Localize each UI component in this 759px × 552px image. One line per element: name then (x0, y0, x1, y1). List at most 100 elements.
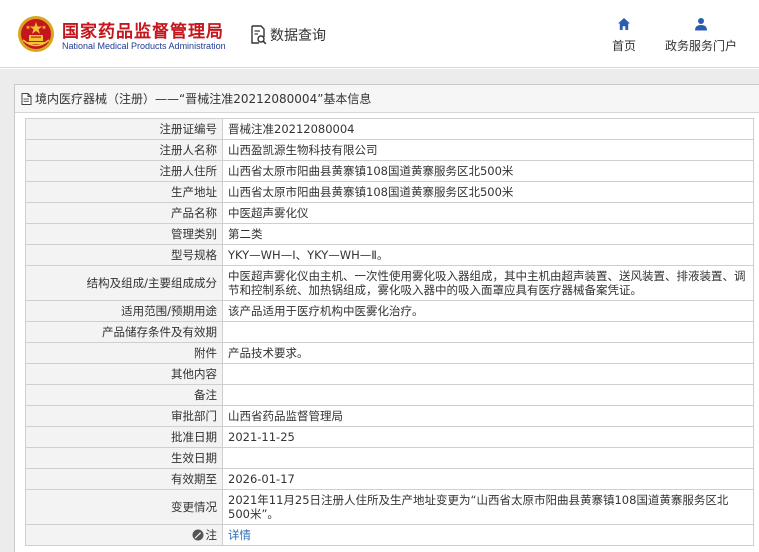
table-row: 产品储存条件及有效期 (25, 321, 754, 343)
field-label-text: 批准日期 (171, 430, 217, 444)
nav-gov-service-portal[interactable]: 政务服务门户 (658, 17, 744, 54)
field-value-text: 第二类 (228, 227, 263, 241)
field-value: YKY—WH—Ⅰ、YKY—WH—Ⅱ。 (222, 244, 754, 266)
table-row: 批准日期 2021-11-25 (25, 426, 754, 448)
field-value-text: 2021年11月25日注册人住所及生产地址变更为“山西省太原市阳曲县黄寨镇108… (228, 493, 729, 521)
data-query-link[interactable]: 数据查询 (249, 24, 326, 46)
field-value-text: 山西盈凯源生物科技有限公司 (228, 143, 378, 157)
field-label-text: 有效期至 (171, 472, 217, 486)
field-value-text: 晋械注准20212080004 (228, 122, 355, 136)
national-emblem-icon (18, 16, 54, 52)
field-label: 其他内容 (25, 363, 223, 385)
field-value: 山西省太原市阳曲县黄寨镇108国道黄寨服务区北500米 (222, 181, 754, 203)
field-label: 批准日期 (25, 426, 223, 448)
nav-gov-service-label: 政务服务门户 (664, 39, 737, 53)
table-row: 审批部门 山西省药品监督管理局 (25, 405, 754, 427)
document-icon (21, 92, 32, 105)
field-value-text: 产品技术要求。 (228, 346, 309, 360)
table-row: 管理类别 第二类 (25, 223, 754, 245)
field-value: 中医超声雾化仪 (222, 202, 754, 224)
field-value: 第二类 (222, 223, 754, 245)
field-label-text: 型号规格 (171, 248, 217, 262)
field-label-text: 结构及组成/主要组成成分 (86, 276, 217, 290)
field-label: 结构及组成/主要组成成分 (25, 265, 223, 301)
field-label-text: 审批部门 (171, 409, 217, 423)
field-value-text: 该产品适用于医疗机构中医雾化治疗。 (228, 304, 424, 318)
table-row: 型号规格 YKY—WH—Ⅰ、YKY—WH—Ⅱ。 (25, 244, 754, 266)
field-value-text: YKY—WH—Ⅰ、YKY—WH—Ⅱ。 (228, 248, 389, 262)
field-value-text: 山西省药品监督管理局 (228, 409, 343, 423)
field-value: 该产品适用于医疗机构中医雾化治疗。 (222, 300, 754, 322)
field-label: 管理类别 (25, 223, 223, 245)
field-label: 产品名称 (25, 202, 223, 224)
table-row: 注详情 (25, 524, 754, 546)
field-value-text: 2021-11-25 (228, 430, 295, 444)
field-label: 生效日期 (25, 447, 223, 469)
table-row: 有效期至 2026-01-17 (25, 468, 754, 490)
field-value: 2021年11月25日注册人住所及生产地址变更为“山西省太原市阳曲县黄寨镇108… (222, 489, 754, 525)
table-row: 生产地址 山西省太原市阳曲县黄寨镇108国道黄寨服务区北500米 (25, 181, 754, 203)
home-icon (618, 18, 630, 30)
field-value: 中医超声雾化仪由主机、一次性使用雾化吸入器组成，其中主机由超声装置、送风装置、排… (222, 265, 754, 301)
field-label-text: 注 (205, 528, 218, 542)
field-label-text: 变更情况 (171, 500, 217, 514)
field-value: 2021-11-25 (222, 426, 754, 448)
table-row: 附件 产品技术要求。 (25, 342, 754, 364)
field-label: 生产地址 (25, 181, 223, 203)
nav-home-label: 首页 (611, 39, 636, 53)
field-label: 有效期至 (25, 468, 223, 490)
nav-home[interactable]: 首页 (604, 17, 644, 54)
data-query-label: 数据查询 (270, 28, 326, 44)
table-row: 结构及组成/主要组成成分 中医超声雾化仪由主机、一次性使用雾化吸入器组成，其中主机… (25, 265, 754, 301)
panel-title: 境内医疗器械（注册）——“晋械注准20212080004”基本信息 (35, 92, 372, 106)
table-row: 注册人名称 山西盈凯源生物科技有限公司 (25, 139, 754, 161)
field-value-text: 中医超声雾化仪由主机、一次性使用雾化吸入器组成，其中主机由超声装置、送风装置、排… (228, 269, 746, 297)
field-value: 2026-01-17 (222, 468, 754, 490)
table-row: 注册人住所 山西省太原市阳曲县黄寨镇108国道黄寨服务区北500米 (25, 160, 754, 182)
field-label: 附件 (25, 342, 223, 364)
field-value: 山西省药品监督管理局 (222, 405, 754, 427)
site-subtitle: National Medical Products Administration (62, 41, 226, 51)
field-value (222, 321, 754, 343)
document-search-icon (251, 25, 267, 45)
site-header: 国家药品监督管理局 National Medical Products Admi… (0, 0, 759, 68)
field-label: 型号规格 (25, 244, 223, 266)
field-value-text: 山西省太原市阳曲县黄寨镇108国道黄寨服务区北500米 (228, 185, 514, 199)
field-label-text: 适用范围/预期用途 (121, 304, 217, 318)
field-value: 山西省太原市阳曲县黄寨镇108国道黄寨服务区北500米 (222, 160, 754, 182)
field-label-text: 生效日期 (171, 451, 217, 465)
details-link[interactable]: 详情 (228, 528, 251, 542)
info-table: 注册证编号 晋械注准20212080004 注册人名称 山西盈凯源生物科技有限公司 注册… (25, 118, 754, 546)
field-value-text: 中医超声雾化仪 (228, 206, 309, 220)
table-row: 变更情况 2021年11月25日注册人住所及生产地址变更为“山西省太原市阳曲县黄寨… (25, 489, 754, 525)
field-value: 产品技术要求。 (222, 342, 754, 364)
field-label-text: 产品名称 (171, 206, 217, 220)
field-value (222, 447, 754, 469)
field-label-text: 其他内容 (171, 367, 217, 381)
table-row: 其他内容 (25, 363, 754, 385)
field-label: 备注 (25, 384, 223, 406)
detail-panel: 境内医疗器械（注册）——“晋械注准20212080004”基本信息 注册证编号晋… (14, 84, 759, 552)
field-label-text: 管理类别 (171, 227, 217, 241)
field-label-text: 生产地址 (171, 185, 217, 199)
field-label-text: 注册人住所 (159, 164, 218, 178)
field-label: 适用范围/预期用途 (25, 300, 223, 322)
field-label: 注册证编号 (25, 118, 223, 140)
field-label-text: 注册人名称 (159, 143, 218, 157)
user-icon (695, 18, 707, 31)
table-row: 备注 (25, 384, 754, 406)
field-label: 产品储存条件及有效期 (25, 321, 223, 343)
field-label: 变更情况 (25, 489, 223, 525)
site-title: 国家药品监督管理局 (62, 22, 224, 42)
panel-titlebar: 境内医疗器械（注册）——“晋械注准20212080004”基本信息 (15, 85, 759, 113)
field-value: 山西盈凯源生物科技有限公司 (222, 139, 754, 161)
field-label-text: 产品储存条件及有效期 (102, 325, 217, 339)
field-label-text: 注册证编号 (159, 122, 218, 136)
details-cell: 详情 (222, 524, 754, 546)
main-area: 境内医疗器械（注册）——“晋械注准20212080004”基本信息 注册证编号晋… (0, 69, 759, 552)
table-row: 生效日期 (25, 447, 754, 469)
field-value-text: 山西省太原市阳曲县黄寨镇108国道黄寨服务区北500米 (228, 164, 514, 178)
field-label-text: 附件 (194, 346, 217, 360)
field-label: 注 (25, 524, 223, 546)
field-value: 晋械注准20212080004 (222, 118, 754, 140)
